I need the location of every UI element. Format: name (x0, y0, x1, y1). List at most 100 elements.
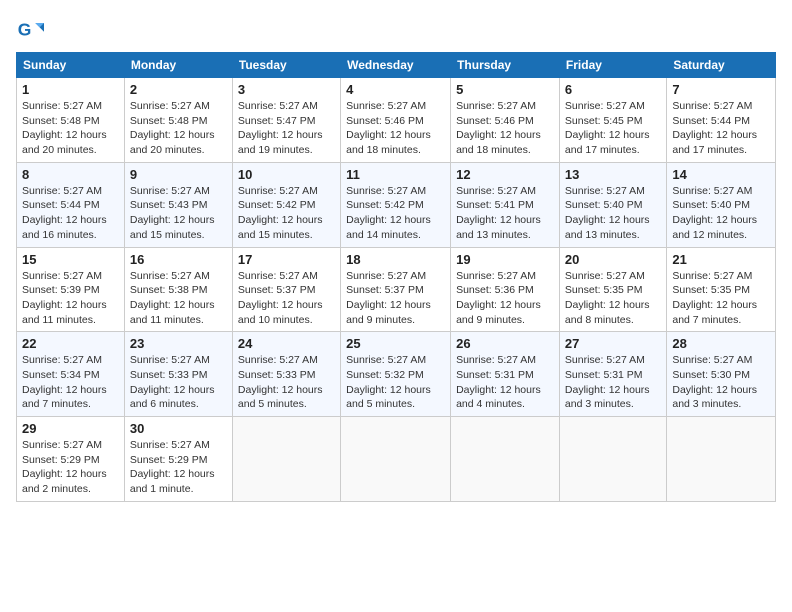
day-info: Sunrise: 5:27 AMSunset: 5:42 PMDaylight:… (238, 184, 335, 243)
day-info: Sunrise: 5:27 AMSunset: 5:29 PMDaylight:… (130, 438, 227, 497)
day-info: Sunrise: 5:27 AMSunset: 5:30 PMDaylight:… (672, 353, 770, 412)
day-number: 2 (130, 82, 227, 97)
day-info: Sunrise: 5:27 AMSunset: 5:29 PMDaylight:… (22, 438, 119, 497)
column-header-friday: Friday (559, 53, 666, 78)
day-info: Sunrise: 5:27 AMSunset: 5:44 PMDaylight:… (22, 184, 119, 243)
calendar-cell: 27 Sunrise: 5:27 AMSunset: 5:31 PMDayligh… (559, 332, 666, 417)
calendar-cell: 9 Sunrise: 5:27 AMSunset: 5:43 PMDaylight… (124, 162, 232, 247)
calendar-week-2: 8 Sunrise: 5:27 AMSunset: 5:44 PMDaylight… (17, 162, 776, 247)
day-info: Sunrise: 5:27 AMSunset: 5:35 PMDaylight:… (672, 269, 770, 328)
calendar-cell: 11Sunrise: 5:27 AMSunset: 5:42 PMDayligh… (341, 162, 451, 247)
day-number: 23 (130, 336, 227, 351)
column-header-saturday: Saturday (667, 53, 776, 78)
day-info: Sunrise: 5:27 AMSunset: 5:38 PMDaylight:… (130, 269, 227, 328)
day-number: 6 (565, 82, 661, 97)
calendar-cell: 19 Sunrise: 5:27 AMSunset: 5:36 PMDayligh… (451, 247, 560, 332)
day-number: 13 (565, 167, 661, 182)
day-info: Sunrise: 5:27 AMSunset: 5:47 PMDaylight:… (238, 99, 335, 158)
day-info: Sunrise: 5:27 AMSunset: 5:33 PMDaylight:… (238, 353, 335, 412)
column-header-wednesday: Wednesday (341, 53, 451, 78)
day-number: 1 (22, 82, 119, 97)
day-info: Sunrise: 5:27 AMSunset: 5:35 PMDaylight:… (565, 269, 661, 328)
day-number: 17 (238, 252, 335, 267)
calendar-cell: 28 Sunrise: 5:27 AMSunset: 5:30 PMDayligh… (667, 332, 776, 417)
day-number: 7 (672, 82, 770, 97)
calendar-cell: 20 Sunrise: 5:27 AMSunset: 5:35 PMDayligh… (559, 247, 666, 332)
calendar-week-1: 1 Sunrise: 5:27 AMSunset: 5:48 PMDaylight… (17, 78, 776, 163)
day-number: 8 (22, 167, 119, 182)
day-number: 4 (346, 82, 445, 97)
calendar-cell: 22 Sunrise: 5:27 AMSunset: 5:34 PMDayligh… (17, 332, 125, 417)
day-number: 16 (130, 252, 227, 267)
day-info: Sunrise: 5:27 AMSunset: 5:31 PMDaylight:… (565, 353, 661, 412)
calendar-cell: 21Sunrise: 5:27 AMSunset: 5:35 PMDayligh… (667, 247, 776, 332)
day-info: Sunrise: 5:27 AMSunset: 5:48 PMDaylight:… (22, 99, 119, 158)
calendar-cell: 7 Sunrise: 5:27 AMSunset: 5:44 PMDaylight… (667, 78, 776, 163)
day-number: 25 (346, 336, 445, 351)
day-number: 5 (456, 82, 554, 97)
day-info: Sunrise: 5:27 AMSunset: 5:40 PMDaylight:… (672, 184, 770, 243)
day-number: 15 (22, 252, 119, 267)
day-info: Sunrise: 5:27 AMSunset: 5:37 PMDaylight:… (346, 269, 445, 328)
day-number: 19 (456, 252, 554, 267)
calendar-cell: 5 Sunrise: 5:27 AMSunset: 5:46 PMDaylight… (451, 78, 560, 163)
calendar-cell: 25 Sunrise: 5:27 AMSunset: 5:32 PMDayligh… (341, 332, 451, 417)
calendar-cell: 3Sunrise: 5:27 AMSunset: 5:47 PMDaylight… (232, 78, 340, 163)
calendar-cell: 24 Sunrise: 5:27 AMSunset: 5:33 PMDayligh… (232, 332, 340, 417)
day-info: Sunrise: 5:27 AMSunset: 5:44 PMDaylight:… (672, 99, 770, 158)
day-info: Sunrise: 5:27 AMSunset: 5:37 PMDaylight:… (238, 269, 335, 328)
calendar-week-4: 22 Sunrise: 5:27 AMSunset: 5:34 PMDayligh… (17, 332, 776, 417)
day-info: Sunrise: 5:27 AMSunset: 5:45 PMDaylight:… (565, 99, 661, 158)
calendar-cell: 26 Sunrise: 5:27 AMSunset: 5:31 PMDayligh… (451, 332, 560, 417)
column-header-monday: Monday (124, 53, 232, 78)
calendar-cell: 8 Sunrise: 5:27 AMSunset: 5:44 PMDaylight… (17, 162, 125, 247)
calendar-cell (451, 417, 560, 502)
calendar-cell: 14 Sunrise: 5:27 AMSunset: 5:40 PMDayligh… (667, 162, 776, 247)
column-header-sunday: Sunday (17, 53, 125, 78)
calendar-cell: 17 Sunrise: 5:27 AMSunset: 5:37 PMDayligh… (232, 247, 340, 332)
calendar-cell: 10Sunrise: 5:27 AMSunset: 5:42 PMDayligh… (232, 162, 340, 247)
column-header-tuesday: Tuesday (232, 53, 340, 78)
day-number: 11 (346, 167, 445, 182)
calendar-table: SundayMondayTuesdayWednesdayThursdayFrid… (16, 52, 776, 502)
calendar-cell: 12 Sunrise: 5:27 AMSunset: 5:41 PMDayligh… (451, 162, 560, 247)
calendar-cell (559, 417, 666, 502)
day-info: Sunrise: 5:27 AMSunset: 5:36 PMDaylight:… (456, 269, 554, 328)
day-info: Sunrise: 5:27 AMSunset: 5:40 PMDaylight:… (565, 184, 661, 243)
day-number: 24 (238, 336, 335, 351)
day-number: 28 (672, 336, 770, 351)
day-info: Sunrise: 5:27 AMSunset: 5:46 PMDaylight:… (346, 99, 445, 158)
day-info: Sunrise: 5:27 AMSunset: 5:34 PMDaylight:… (22, 353, 119, 412)
calendar-cell: 2Sunrise: 5:27 AMSunset: 5:48 PMDaylight… (124, 78, 232, 163)
day-info: Sunrise: 5:27 AMSunset: 5:33 PMDaylight:… (130, 353, 227, 412)
day-number: 14 (672, 167, 770, 182)
calendar-cell: 30Sunrise: 5:27 AMSunset: 5:29 PMDayligh… (124, 417, 232, 502)
calendar-cell (341, 417, 451, 502)
column-header-thursday: Thursday (451, 53, 560, 78)
day-number: 12 (456, 167, 554, 182)
calendar-cell: 1 Sunrise: 5:27 AMSunset: 5:48 PMDaylight… (17, 78, 125, 163)
day-number: 26 (456, 336, 554, 351)
logo-icon: G (16, 16, 44, 44)
calendar-cell: 16 Sunrise: 5:27 AMSunset: 5:38 PMDayligh… (124, 247, 232, 332)
logo: G (16, 16, 48, 44)
day-number: 18 (346, 252, 445, 267)
day-number: 29 (22, 421, 119, 436)
calendar-cell: 13 Sunrise: 5:27 AMSunset: 5:40 PMDayligh… (559, 162, 666, 247)
day-number: 20 (565, 252, 661, 267)
svg-text:G: G (18, 19, 32, 39)
day-info: Sunrise: 5:27 AMSunset: 5:43 PMDaylight:… (130, 184, 227, 243)
day-number: 9 (130, 167, 227, 182)
day-number: 27 (565, 336, 661, 351)
day-info: Sunrise: 5:27 AMSunset: 5:41 PMDaylight:… (456, 184, 554, 243)
calendar-week-3: 15Sunrise: 5:27 AMSunset: 5:39 PMDayligh… (17, 247, 776, 332)
page-header: G (16, 16, 776, 44)
calendar-cell (667, 417, 776, 502)
calendar-cell: 4 Sunrise: 5:27 AMSunset: 5:46 PMDaylight… (341, 78, 451, 163)
day-info: Sunrise: 5:27 AMSunset: 5:31 PMDaylight:… (456, 353, 554, 412)
day-info: Sunrise: 5:27 AMSunset: 5:46 PMDaylight:… (456, 99, 554, 158)
calendar-cell: 15Sunrise: 5:27 AMSunset: 5:39 PMDayligh… (17, 247, 125, 332)
day-info: Sunrise: 5:27 AMSunset: 5:32 PMDaylight:… (346, 353, 445, 412)
calendar-week-5: 29 Sunrise: 5:27 AMSunset: 5:29 PMDayligh… (17, 417, 776, 502)
day-number: 22 (22, 336, 119, 351)
